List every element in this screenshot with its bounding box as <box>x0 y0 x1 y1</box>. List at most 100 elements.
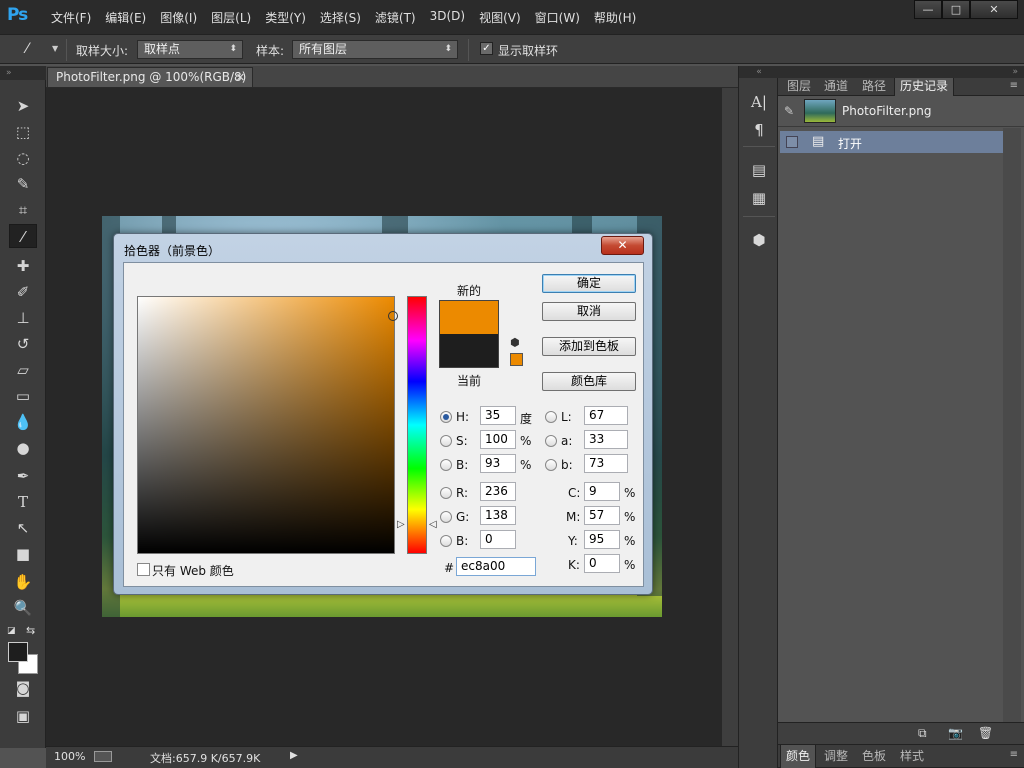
eraser-tool-icon[interactable]: ▱ <box>9 358 37 382</box>
document-tab[interactable]: PhotoFilter.png @ 100%(RGB/8) ✕ <box>47 67 253 87</box>
menu-edit[interactable]: 编辑(E) <box>105 9 146 26</box>
green-radio[interactable] <box>440 511 452 523</box>
default-colors-icon[interactable]: ◪ <box>7 626 16 636</box>
hue-input[interactable]: 35 <box>480 406 516 425</box>
cyan-input[interactable]: 9 <box>584 482 620 501</box>
tab-styles[interactable]: 样式 <box>894 745 930 768</box>
minimize-button[interactable]: — <box>914 0 942 19</box>
paragraph-panel-icon[interactable]: ¶ <box>746 118 772 142</box>
quick-selection-tool-icon[interactable]: ✎ <box>9 172 37 196</box>
screen-mode-icon[interactable]: ▣ <box>9 704 37 728</box>
3d-panel-icon[interactable]: ⬢ <box>746 228 772 252</box>
tab-color[interactable]: 颜色 <box>780 745 816 768</box>
hue-radio[interactable] <box>440 411 452 423</box>
menu-select[interactable]: 选择(S) <box>320 9 361 26</box>
panel-menu-icon[interactable]: ≡ <box>1010 80 1018 91</box>
menu-type[interactable]: 类型(Y) <box>265 9 306 26</box>
menu-window[interactable]: 窗口(W) <box>535 9 580 26</box>
red-input[interactable]: 236 <box>480 482 516 501</box>
menu-3d[interactable]: 3D(D) <box>430 9 465 26</box>
close-window-button[interactable]: ✕ <box>970 0 1018 19</box>
history-scrollbar[interactable] <box>1003 128 1021 722</box>
type-tool-icon[interactable]: T <box>9 490 37 514</box>
magenta-input[interactable]: 57 <box>584 506 620 525</box>
quick-mask-icon[interactable]: ◙ <box>9 676 37 700</box>
add-to-swatches-button[interactable]: 添加到色板 <box>542 337 636 356</box>
panel-collapse-icon[interactable]: » <box>0 66 46 80</box>
brightness-radio[interactable] <box>440 459 452 471</box>
stamp-tool-icon[interactable]: ⊥ <box>9 306 37 330</box>
history-item[interactable]: ▤ 打开 <box>780 131 1003 153</box>
hue-slider-right-handle-icon[interactable]: ◁ <box>429 519 437 530</box>
current-color-swatch[interactable] <box>439 334 499 368</box>
character-panel-icon[interactable]: A| <box>746 90 772 114</box>
lasso-tool-icon[interactable]: ◌ <box>9 146 37 170</box>
lab-a-radio[interactable] <box>545 435 557 447</box>
canvas-scrollbar[interactable] <box>722 88 738 746</box>
menu-layer[interactable]: 图层(L) <box>211 9 251 26</box>
lab-b-radio[interactable] <box>545 459 557 471</box>
lab-l-radio[interactable] <box>545 411 557 423</box>
panel-menu-icon[interactable]: ≡ <box>1010 749 1018 760</box>
hand-tool-icon[interactable]: ✋ <box>9 570 37 594</box>
preset-chevron-down-icon[interactable]: ▼ <box>52 44 58 53</box>
path-selection-tool-icon[interactable]: ↖ <box>9 516 37 540</box>
menu-file[interactable]: 文件(F) <box>51 9 91 26</box>
saturation-input[interactable]: 100 <box>480 430 516 449</box>
black-input[interactable]: 0 <box>584 554 620 573</box>
saturation-radio[interactable] <box>440 435 452 447</box>
eyedropper-tool-icon[interactable]: ⁄ <box>9 224 37 248</box>
saturation-brightness-field[interactable] <box>137 296 398 554</box>
blur-tool-icon[interactable]: 💧 <box>9 410 37 434</box>
healing-brush-tool-icon[interactable]: ✚ <box>9 254 37 278</box>
menu-filter[interactable]: 滤镜(T) <box>375 9 416 26</box>
dodge-tool-icon[interactable]: ● <box>9 436 37 460</box>
ok-button[interactable]: 确定 <box>542 274 636 293</box>
pen-tool-icon[interactable]: ✒ <box>9 464 37 488</box>
brush-tool-icon[interactable]: ✐ <box>9 280 37 304</box>
move-tool-icon[interactable]: ➤ <box>9 94 37 118</box>
history-source-checkbox[interactable] <box>786 136 798 148</box>
foreground-color-swatch[interactable] <box>8 642 28 662</box>
hue-slider[interactable] <box>407 296 427 554</box>
yellow-input[interactable]: 95 <box>584 530 620 549</box>
menu-view[interactable]: 视图(V) <box>479 9 521 26</box>
sample-select[interactable]: 所有图层 ⬍ <box>292 40 458 59</box>
green-input[interactable]: 138 <box>480 506 516 525</box>
character-styles-icon[interactable]: ▤ <box>746 158 772 182</box>
tab-channels[interactable]: 通道 <box>818 78 854 96</box>
panel-collapse-icon[interactable]: » <box>778 66 1024 78</box>
rectangle-tool-icon[interactable]: ■ <box>9 542 37 566</box>
web-colors-only-checkbox[interactable] <box>137 563 150 576</box>
history-snapshot[interactable]: ✎ PhotoFilter.png <box>778 96 1024 127</box>
cube-icon[interactable]: ⬢ <box>510 337 522 349</box>
history-brush-source-icon[interactable]: ✎ <box>784 104 794 118</box>
sample-size-select[interactable]: 取样点 ⬍ <box>137 40 243 59</box>
paragraph-styles-icon[interactable]: ▦ <box>746 186 772 210</box>
color-libraries-button[interactable]: 颜色库 <box>542 372 636 391</box>
show-sampling-ring-checkbox[interactable]: ✓ <box>480 42 493 55</box>
marquee-tool-icon[interactable]: ⬚ <box>9 120 37 144</box>
lab-b-input[interactable]: 73 <box>584 454 628 473</box>
lab-a-input[interactable]: 33 <box>584 430 628 449</box>
tab-paths[interactable]: 路径 <box>856 78 892 96</box>
trash-icon[interactable]: 🗑 <box>978 726 993 740</box>
eyedropper-preset-icon[interactable]: ⁄ <box>26 41 28 57</box>
tab-history[interactable]: 历史记录 <box>894 78 954 96</box>
close-tab-icon[interactable]: ✕ <box>236 68 245 87</box>
history-brush-tool-icon[interactable]: ↺ <box>9 332 37 356</box>
crop-tool-icon[interactable]: ⌗ <box>9 198 37 222</box>
web-safe-color-swatch[interactable] <box>510 353 523 366</box>
red-radio[interactable] <box>440 487 452 499</box>
camera-snapshot-icon[interactable]: 📷 <box>948 726 963 740</box>
tab-layers[interactable]: 图层 <box>782 78 816 96</box>
hex-input[interactable]: ec8a00 <box>456 557 536 576</box>
zoom-level[interactable]: 100% <box>54 750 85 763</box>
gradient-tool-icon[interactable]: ▭ <box>9 384 37 408</box>
tab-adjustments[interactable]: 调整 <box>818 745 854 768</box>
dialog-close-button[interactable]: ✕ <box>601 236 644 255</box>
new-document-from-state-icon[interactable]: ⧉ <box>918 726 927 741</box>
status-menu-arrow-icon[interactable]: ▶ <box>290 750 298 761</box>
cancel-button[interactable]: 取消 <box>542 302 636 321</box>
menu-image[interactable]: 图像(I) <box>160 9 197 26</box>
